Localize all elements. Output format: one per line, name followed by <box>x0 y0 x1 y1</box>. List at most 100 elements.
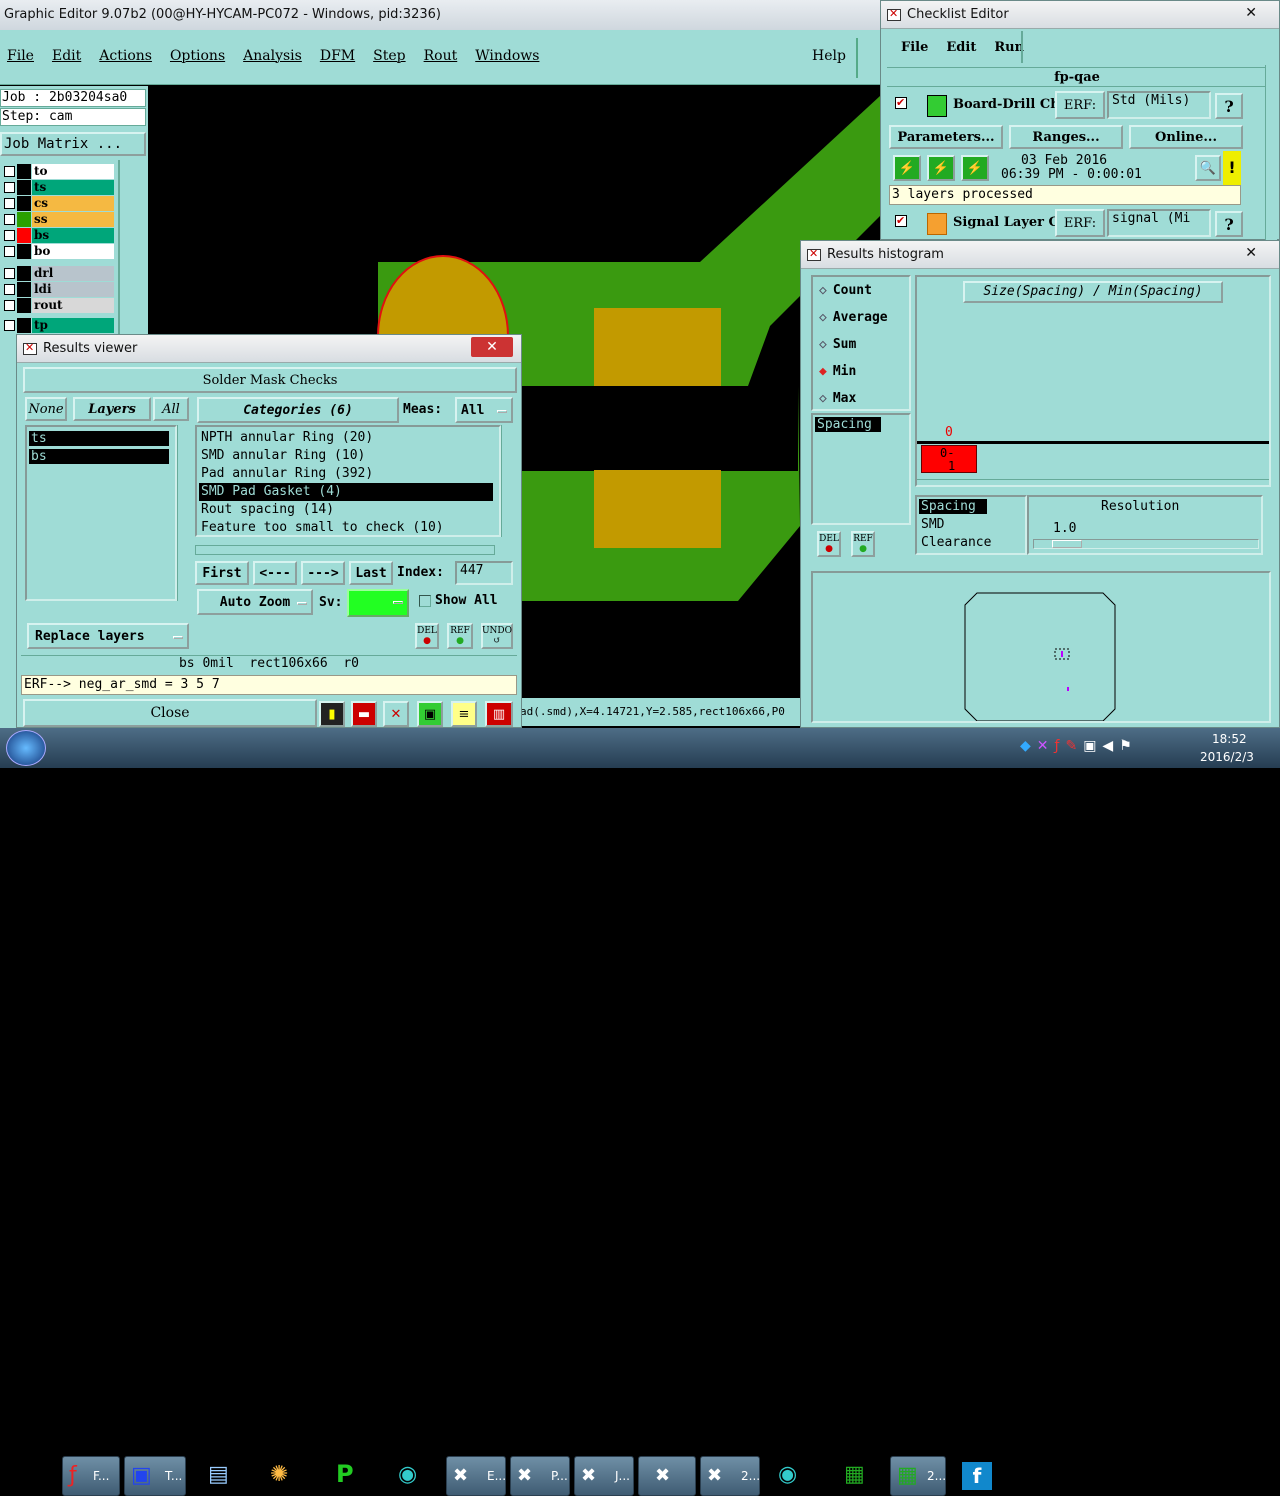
last-button[interactable]: Last <box>349 561 393 585</box>
taskbar-excel-2[interactable]: ▦ 2... <box>890 1456 946 1496</box>
run-check-alt-icon[interactable]: ⚡ <box>927 155 955 181</box>
show-all-checkbox[interactable] <box>419 595 431 607</box>
toolbar-report-icon[interactable]: ≡ <box>451 701 477 727</box>
category-item[interactable]: SMD Pad Gasket (4) <box>199 483 493 501</box>
auto-zoom-dropdown[interactable]: Auto Zoom <box>197 589 313 615</box>
taskbar-excel[interactable]: ▦ <box>826 1456 886 1496</box>
layer-name[interactable]: drl <box>32 266 114 281</box>
check-2-help-button[interactable]: ? <box>1215 211 1243 237</box>
measure-item-smd[interactable]: SMD <box>921 517 944 532</box>
menu-rout[interactable]: Rout <box>424 48 458 64</box>
hist-bar[interactable]: 0- 1 <box>921 445 977 473</box>
check-2-erf-value[interactable]: signal (Mi <box>1107 209 1211 237</box>
layers-button[interactable]: Layers <box>73 397 151 421</box>
layer-color-swatch[interactable] <box>17 164 31 179</box>
layer-name[interactable]: to <box>32 164 114 179</box>
layer-color-swatch[interactable] <box>17 298 31 313</box>
radio-diamond-icon[interactable]: ◇ <box>819 310 827 325</box>
ce-menu-edit[interactable]: Edit <box>946 40 976 55</box>
menu-file[interactable]: File <box>7 48 34 64</box>
layer-color-swatch[interactable] <box>17 244 31 259</box>
layer-color-swatch[interactable] <box>17 212 31 227</box>
radio-diamond-icon[interactable]: ◇ <box>819 283 827 298</box>
meas-dropdown[interactable]: All <box>455 397 513 423</box>
close-icon[interactable]: ✕ <box>1245 5 1257 21</box>
check-1-help-button[interactable]: ? <box>1215 93 1243 119</box>
category-item[interactable]: Rout spacing (14) <box>199 501 499 519</box>
layer-name[interactable]: cs <box>32 196 114 211</box>
tray-flag-icon[interactable]: ⚑ <box>1119 738 1138 754</box>
prev-button[interactable]: <--- <box>253 561 297 585</box>
layer-checkbox[interactable] <box>4 198 15 209</box>
tray-pen-icon[interactable]: ✎ <box>1065 738 1083 754</box>
taskbar-app-2a[interactable]: ✖ 2... <box>700 1456 760 1496</box>
taskbar-shell[interactable]: ✺ <box>254 1456 314 1496</box>
layer-name[interactable]: tp <box>32 318 114 333</box>
mode-sum[interactable]: ◇ Sum <box>819 337 856 357</box>
taskbar-p-app[interactable]: P <box>318 1456 378 1496</box>
menu-options[interactable]: Options <box>170 48 225 64</box>
category-item[interactable]: SMD annular Ring (10) <box>199 447 499 465</box>
layer-color-swatch[interactable] <box>17 282 31 297</box>
menu-dfm[interactable]: DFM <box>320 48 355 64</box>
layer-list-scrollbar[interactable] <box>177 425 189 601</box>
taskbar-app-p[interactable]: ✖ P... <box>510 1456 570 1496</box>
hist-ref-button[interactable]: REF ● <box>851 531 875 557</box>
result-layer-ts[interactable]: ts <box>29 431 169 446</box>
mode-count[interactable]: ◇ Count <box>819 283 872 303</box>
taskbar-app-x[interactable]: ✖ <box>638 1456 696 1496</box>
taskbar-notepad[interactable]: ▤ <box>190 1456 250 1496</box>
clock-date[interactable]: 2016/2/3 <box>1200 750 1254 764</box>
mode-min[interactable]: ◆ Min <box>819 364 856 384</box>
close-button[interactable]: Close <box>23 699 317 727</box>
taskbar-eye-app[interactable]: ◉ <box>384 1456 442 1496</box>
category-item[interactable]: NPTH annular Ring (20) <box>199 429 499 447</box>
menu-analysis[interactable]: Analysis <box>243 48 302 64</box>
check-2-erf-button[interactable]: ERF: <box>1055 209 1105 237</box>
radio-diamond-icon[interactable]: ◇ <box>819 391 827 406</box>
layer-checkbox[interactable] <box>4 214 15 225</box>
toolbar-tool-3-icon[interactable]: ✕ <box>383 701 409 727</box>
parameters-button[interactable]: Parameters... <box>889 125 1003 149</box>
taskbar-app-j[interactable]: ✖ J... <box>574 1456 634 1496</box>
taskbar-eye-app-2[interactable]: ◉ <box>764 1456 822 1496</box>
layer-checkbox[interactable] <box>4 320 15 331</box>
check-1-checkbox[interactable]: ✔ <box>895 97 907 109</box>
hist-del-button[interactable]: DEL ● <box>817 531 841 557</box>
run-check-icon[interactable]: ⚡ <box>893 155 921 181</box>
online-button[interactable]: Online... <box>1129 125 1243 149</box>
layer-checkbox[interactable] <box>4 300 15 311</box>
hist-hscrollbar[interactable] <box>917 479 1269 487</box>
undo-button[interactable]: UNDO ↺ <box>481 623 513 649</box>
ce-menu-run[interactable]: Run <box>994 40 1024 55</box>
ce-menu-file[interactable]: File <box>901 40 928 55</box>
menu-step[interactable]: Step <box>373 48 405 64</box>
first-button[interactable]: First <box>195 561 249 585</box>
resolution-slider[interactable] <box>1033 539 1259 549</box>
toolbar-tool-4-icon[interactable]: ▣ <box>417 701 443 727</box>
layer-color-swatch[interactable] <box>17 228 31 243</box>
all-button[interactable]: All <box>153 397 189 421</box>
radio-diamond-icon[interactable]: ◇ <box>819 337 827 352</box>
zoom-icon[interactable]: 🔍 <box>1195 155 1221 181</box>
none-button[interactable]: None <box>25 397 67 421</box>
hist-list-item[interactable]: Spacing <box>815 417 881 432</box>
check-2-checkbox[interactable]: ✔ <box>895 215 907 227</box>
index-input[interactable]: 447 <box>455 561 513 585</box>
ranges-button[interactable]: Ranges... <box>1009 125 1123 149</box>
toolbar-tool-1-icon[interactable]: ▮ <box>319 701 345 727</box>
mode-average[interactable]: ◇ Average <box>819 310 888 330</box>
menu-edit[interactable]: Edit <box>52 48 81 64</box>
category-scrollbar[interactable] <box>501 425 513 537</box>
taskbar-f-app[interactable]: f <box>952 1456 1004 1496</box>
tray-network-icon[interactable]: ▣ <box>1083 738 1102 754</box>
ref-button[interactable]: REF ● <box>447 623 473 649</box>
mode-max[interactable]: ◇ Max <box>819 391 856 411</box>
category-item[interactable]: Feature too small to check (10) <box>199 519 499 537</box>
close-icon[interactable]: ✕ <box>471 337 513 357</box>
tray-app-icon[interactable]: ◆ <box>1020 738 1037 754</box>
menu-help[interactable]: Help <box>812 48 846 64</box>
replace-layers-dropdown[interactable]: Replace layers <box>27 623 189 649</box>
taskbar-app-1[interactable]: ƒ F... <box>62 1456 120 1496</box>
layer-color-swatch[interactable] <box>17 318 31 333</box>
